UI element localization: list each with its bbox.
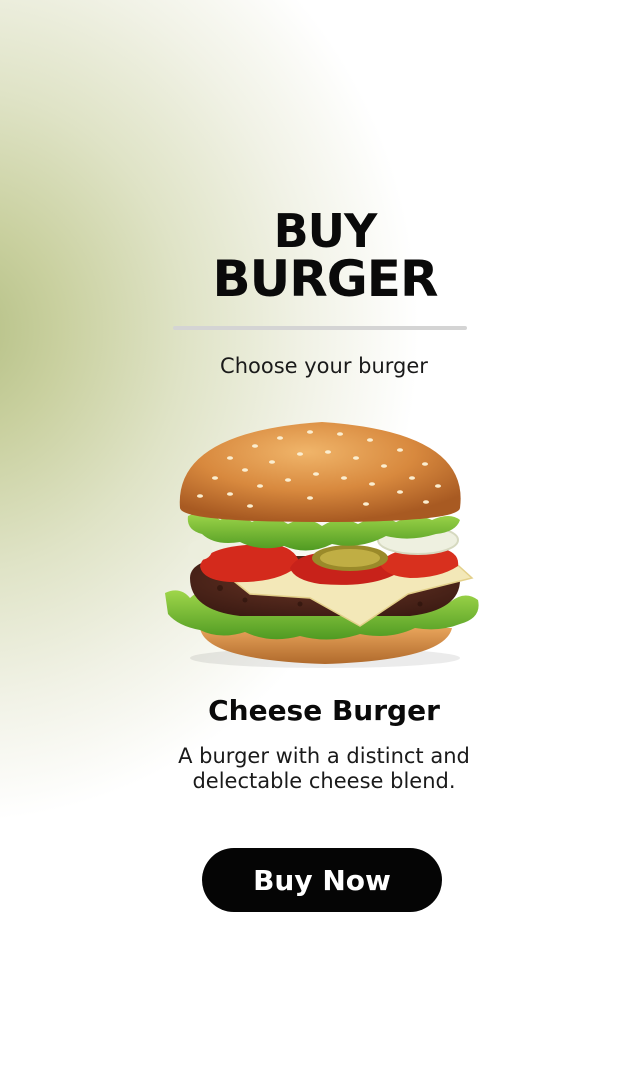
burger-page: BUY BURGER Choose your burger Cheese Bur… [0, 0, 636, 1076]
page-title-line1: BUY [273, 204, 378, 258]
buy-now-button[interactable]: Buy Now [202, 848, 442, 912]
cheese-burger-image [165, 422, 479, 668]
title-divider [173, 326, 467, 330]
product-description: A burger with a distinct and delectable … [178, 744, 470, 793]
page-subtitle: Choose your burger [220, 354, 428, 378]
product-name: Cheese Burger [208, 694, 440, 727]
page-title-line2: BURGER [212, 250, 439, 308]
page-title: BUY BURGER [0, 208, 636, 304]
